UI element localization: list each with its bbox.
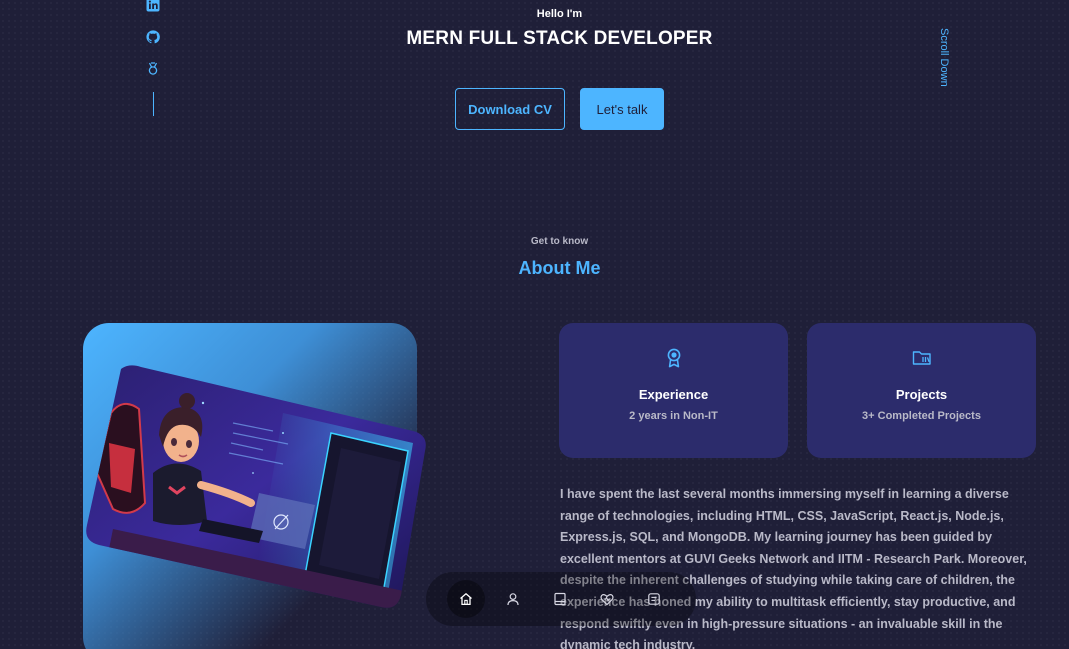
social-divider-line: [152, 92, 154, 116]
download-cv-button[interactable]: Download CV: [455, 88, 565, 130]
experience-card[interactable]: Experience 2 years in Non-IT: [559, 323, 788, 458]
hero-title: MERN FULL STACK DEVELOPER: [406, 28, 713, 49]
nav-experience[interactable]: [541, 580, 579, 618]
badge-icon: [148, 62, 158, 75]
user-icon: [507, 593, 519, 606]
award-icon: [664, 347, 684, 369]
scroll-down-link[interactable]: Scroll Down: [930, 28, 950, 98]
about-title: About Me: [518, 258, 601, 278]
lets-talk-button[interactable]: Let's talk: [580, 88, 664, 130]
home-icon: [460, 593, 472, 606]
projects-subtitle: 3+ Completed Projects: [862, 410, 981, 422]
badge-link[interactable]: [145, 60, 161, 78]
experience-title: Experience: [638, 387, 709, 402]
nav-services[interactable]: [588, 580, 626, 618]
projects-title: Projects: [895, 387, 948, 402]
folder-icon: [912, 347, 932, 369]
greeting-text: Hello I'm: [536, 8, 583, 20]
bottom-nav: [426, 572, 696, 626]
nav-about[interactable]: [494, 580, 532, 618]
nav-contact[interactable]: [635, 580, 673, 618]
experience-subtitle: 2 years in Non-IT: [629, 410, 718, 422]
message-icon: [648, 593, 660, 605]
nav-home[interactable]: [447, 580, 485, 618]
book-icon: [554, 592, 566, 606]
projects-card[interactable]: Projects 3+ Completed Projects: [807, 323, 1036, 458]
developer-illustration: [86, 365, 426, 608]
about-kicker: Get to know: [530, 236, 589, 247]
services-icon: [600, 594, 614, 606]
